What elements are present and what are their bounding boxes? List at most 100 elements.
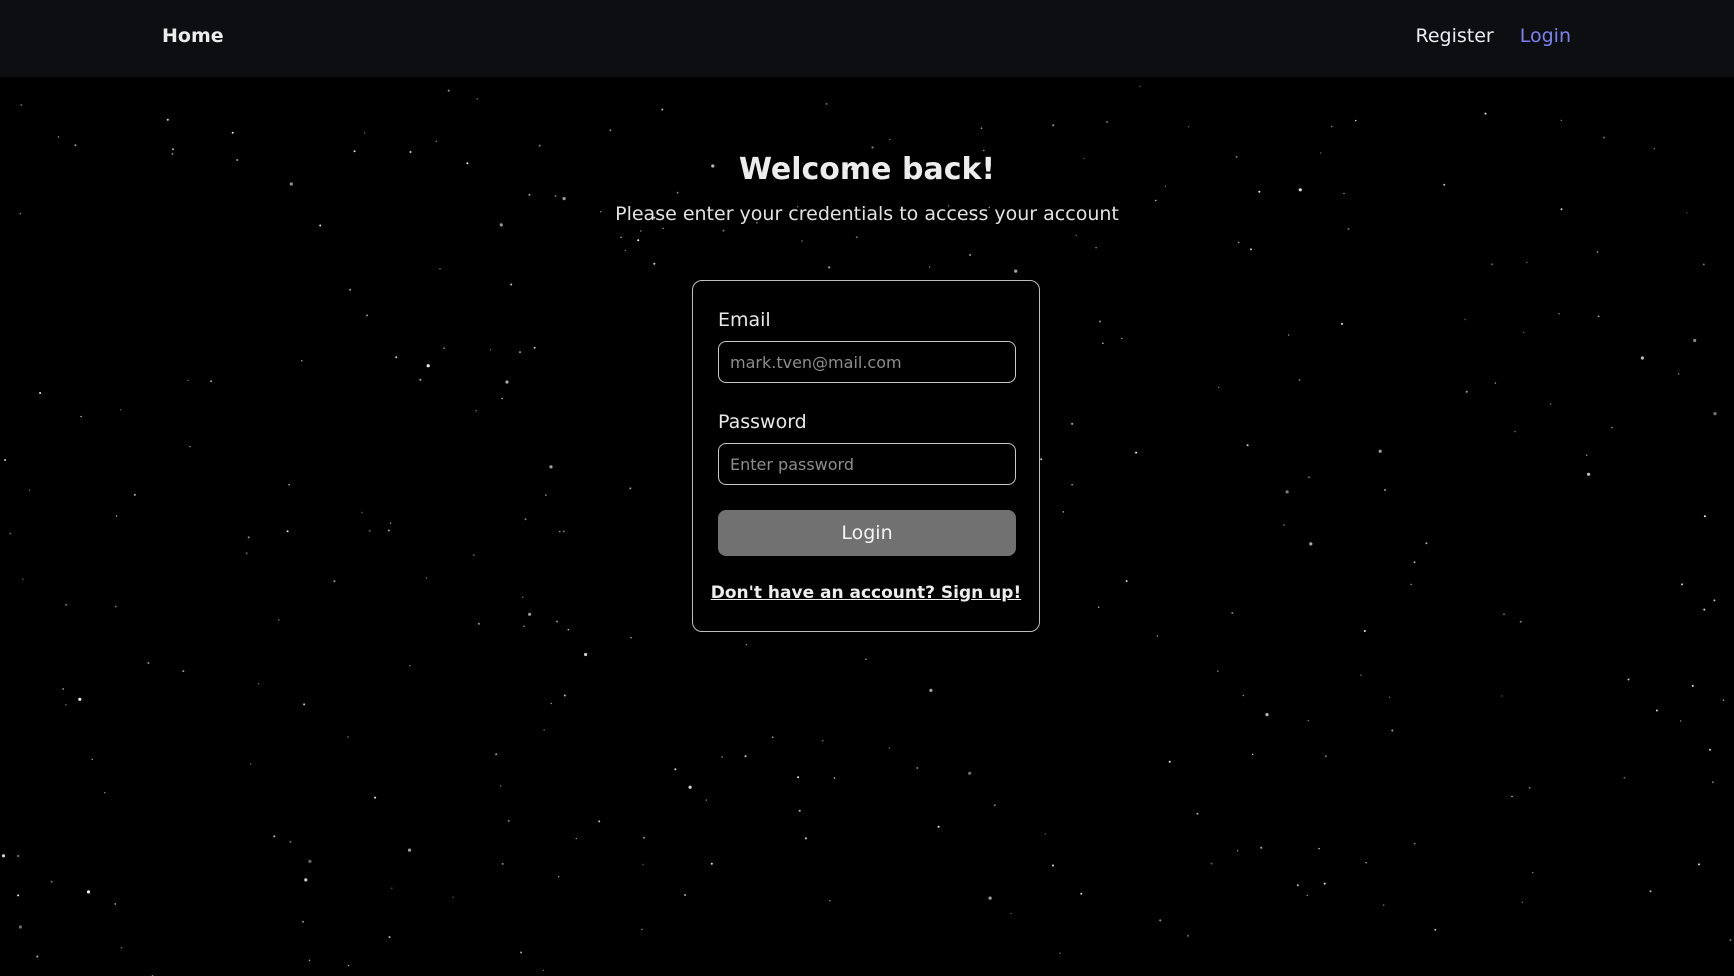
- signup-link[interactable]: Don't have an account? Sign up!: [693, 583, 1039, 603]
- nav-right-group: Register Login: [1416, 25, 1572, 47]
- star-dot: [1391, 729, 1394, 732]
- page-subtitle: Please enter your credentials to access …: [615, 203, 1119, 225]
- star-dot: [928, 266, 931, 268]
- star-dot: [1503, 613, 1505, 616]
- star-dot: [797, 776, 800, 779]
- star-dot: [1627, 678, 1630, 681]
- star-dot: [772, 736, 774, 738]
- star-dot: [443, 347, 445, 349]
- star-dot: [166, 118, 169, 121]
- star-dot: [1514, 430, 1516, 433]
- star-dot: [1640, 356, 1644, 360]
- star-dot: [1378, 449, 1382, 453]
- star-dot: [387, 529, 390, 532]
- star-dot: [1217, 670, 1219, 672]
- star-dot: [1655, 709, 1658, 712]
- star-dot: [641, 928, 643, 931]
- star-dot: [524, 518, 527, 521]
- star-dot: [1681, 583, 1683, 586]
- star-dot: [65, 704, 67, 706]
- star-dot: [1236, 850, 1239, 852]
- star-dot: [1059, 952, 1061, 954]
- star-dot: [829, 900, 831, 902]
- star-dot: [1532, 871, 1534, 874]
- email-field[interactable]: [718, 341, 1016, 383]
- star-dot: [542, 969, 544, 971]
- star-dot: [584, 652, 588, 657]
- star-dot: [1156, 635, 1159, 637]
- star-dot: [289, 840, 292, 843]
- star-dot: [804, 837, 807, 840]
- star-dot: [637, 239, 640, 242]
- star-dot: [993, 804, 996, 807]
- star-dot: [250, 763, 252, 765]
- star-dot: [1075, 234, 1078, 237]
- star-dot: [722, 229, 725, 232]
- star-dot: [598, 820, 601, 823]
- star-dot: [1465, 390, 1468, 393]
- star-dot: [366, 314, 369, 317]
- star-dot: [50, 880, 53, 883]
- star-dot: [684, 894, 686, 896]
- star-dot: [822, 740, 824, 742]
- star-dot: [988, 896, 992, 900]
- star-dot: [1484, 112, 1487, 115]
- star-dot: [1080, 892, 1083, 895]
- star-dot: [187, 379, 189, 382]
- star-dot: [1309, 542, 1313, 546]
- password-field[interactable]: [718, 443, 1016, 485]
- star-dot: [17, 855, 20, 857]
- star-dot: [499, 785, 502, 787]
- star-dot: [1597, 315, 1600, 318]
- star-dot: [528, 612, 532, 616]
- star-dot: [301, 360, 303, 362]
- star-dot: [347, 964, 350, 967]
- star-dot: [969, 254, 972, 256]
- star-dot: [477, 622, 480, 625]
- star-dot: [507, 819, 510, 822]
- star-dot: [1491, 263, 1494, 266]
- star-dot: [303, 703, 306, 706]
- star-dot: [1052, 124, 1055, 127]
- star-dot: [347, 736, 349, 738]
- star-dot: [1501, 695, 1503, 697]
- star-dot: [1511, 795, 1513, 798]
- star-dot: [674, 768, 677, 771]
- login-button[interactable]: Login: [718, 510, 1016, 556]
- star-dot: [1523, 331, 1525, 334]
- star-dot: [1365, 862, 1367, 864]
- star-dot: [1187, 934, 1189, 937]
- star-dot: [447, 89, 450, 92]
- nav-register-link[interactable]: Register: [1416, 25, 1494, 47]
- star-dot: [1099, 320, 1102, 323]
- star-dot: [522, 596, 524, 598]
- star-dot: [1596, 251, 1599, 253]
- star-dot: [1139, 85, 1141, 88]
- star-dot: [1649, 890, 1652, 893]
- star-dot: [888, 747, 891, 749]
- star-dot: [1249, 248, 1252, 251]
- star-dot: [36, 955, 39, 958]
- star-dot: [640, 230, 642, 232]
- star-dot: [1623, 776, 1626, 779]
- star-dot: [1242, 694, 1245, 697]
- star-dot: [1238, 241, 1240, 244]
- star-dot: [825, 102, 828, 105]
- star-dot: [1285, 490, 1289, 494]
- star-dot: [980, 127, 983, 129]
- star-dot: [710, 862, 713, 865]
- star-dot: [78, 697, 82, 701]
- star-dot: [1383, 904, 1385, 906]
- star-dot: [1052, 864, 1054, 867]
- star-dot: [1324, 755, 1327, 758]
- nav-login-link[interactable]: Login: [1520, 25, 1571, 47]
- star-dot: [1296, 884, 1299, 887]
- star-dot: [1713, 599, 1716, 602]
- star-dot: [538, 144, 541, 147]
- star-dot: [661, 108, 664, 111]
- star-dot: [1040, 458, 1043, 461]
- star-dot: [1187, 126, 1190, 128]
- star-dot: [302, 920, 305, 923]
- star-dot: [1251, 753, 1254, 756]
- nav-home-link[interactable]: Home: [162, 25, 224, 47]
